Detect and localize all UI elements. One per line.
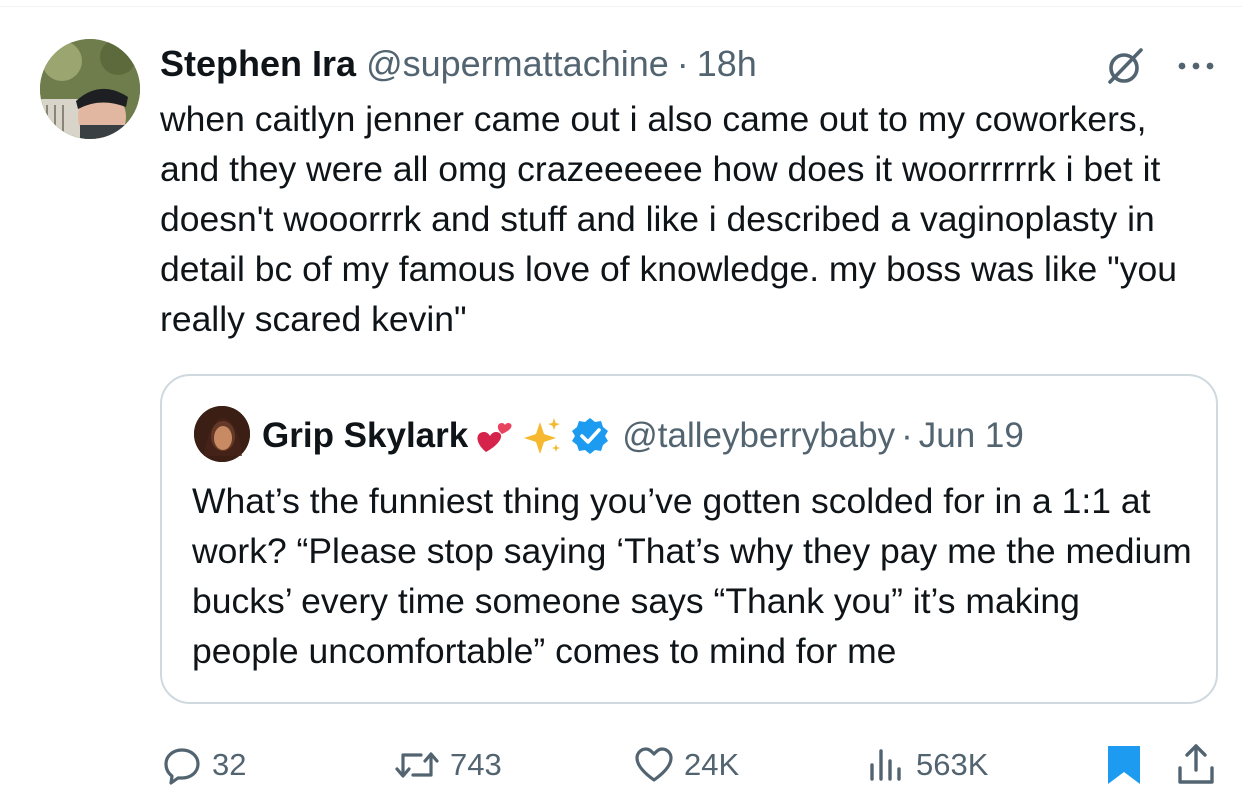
avatar-photo	[40, 39, 140, 139]
quoted-avatar-photo	[194, 406, 250, 462]
author-name[interactable]: Stephen Ira	[160, 43, 356, 85]
views-count: 563K	[916, 747, 989, 782]
top-divider	[0, 6, 1242, 7]
quoted-header-separator: ·	[901, 416, 913, 455]
repost-icon	[395, 752, 439, 778]
tweet-text: when caitlyn jenner came out i also came…	[160, 99, 1177, 339]
quoted-tweet-date: Jun 19	[918, 416, 1024, 455]
verified-badge-icon	[572, 418, 609, 454]
quoted-tweet-header: Grip Skylark @talleyberrybaby · Jun 19	[262, 414, 1024, 458]
sparkles-icon	[524, 418, 561, 454]
tweet-timestamp[interactable]: 18h	[697, 43, 757, 85]
quoted-tweet-text: What’s the funniest thing you’ve gotten …	[192, 481, 1192, 671]
author-avatar[interactable]	[40, 39, 140, 139]
quoted-tweet-card[interactable]: Grip Skylark @talleyberrybaby · Jun 19 W…	[160, 374, 1218, 704]
repost-button[interactable]: 743	[394, 742, 502, 788]
share-icon[interactable]	[1176, 742, 1216, 786]
like-button[interactable]: 24K	[634, 742, 739, 788]
tweet-header: Stephen Ira @supermattachine · 18h	[160, 42, 757, 86]
heart-icon	[635, 747, 673, 782]
more-icon[interactable]	[1172, 56, 1220, 76]
quoted-author-handle: @talleyberrybaby	[622, 416, 896, 455]
repost-count: 743	[450, 747, 502, 782]
quoted-author-name: Grip Skylark	[262, 416, 469, 455]
grok-icon[interactable]	[1103, 44, 1147, 88]
bookmark-icon[interactable]	[1104, 744, 1144, 786]
header-separator: ·	[676, 43, 689, 84]
like-count: 24K	[684, 747, 740, 782]
reply-icon	[164, 748, 200, 785]
quoted-author-avatar	[194, 406, 250, 462]
reply-count: 32	[212, 747, 247, 782]
reply-button[interactable]: 32	[162, 742, 246, 788]
views-button[interactable]: 563K	[866, 742, 988, 788]
views-chart-icon	[870, 749, 901, 781]
author-handle[interactable]: @supermattachine	[366, 43, 669, 85]
two-hearts-icon	[477, 423, 512, 452]
